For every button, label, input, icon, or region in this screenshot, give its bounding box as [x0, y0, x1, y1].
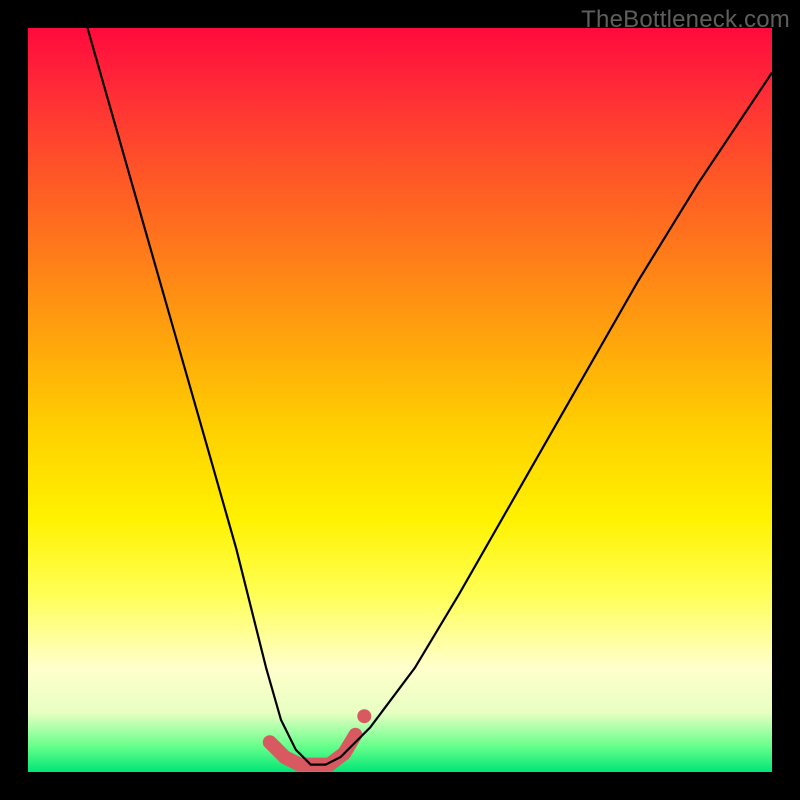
chart-frame: TheBottleneck.com — [0, 0, 800, 800]
chart-svg — [28, 28, 772, 772]
plot-area — [28, 28, 772, 772]
bottleneck-curve — [88, 28, 773, 765]
watermark-text: TheBottleneck.com — [581, 6, 790, 34]
accent-line — [270, 735, 356, 765]
accent-markers — [270, 709, 372, 764]
accent-dot — [357, 709, 371, 723]
